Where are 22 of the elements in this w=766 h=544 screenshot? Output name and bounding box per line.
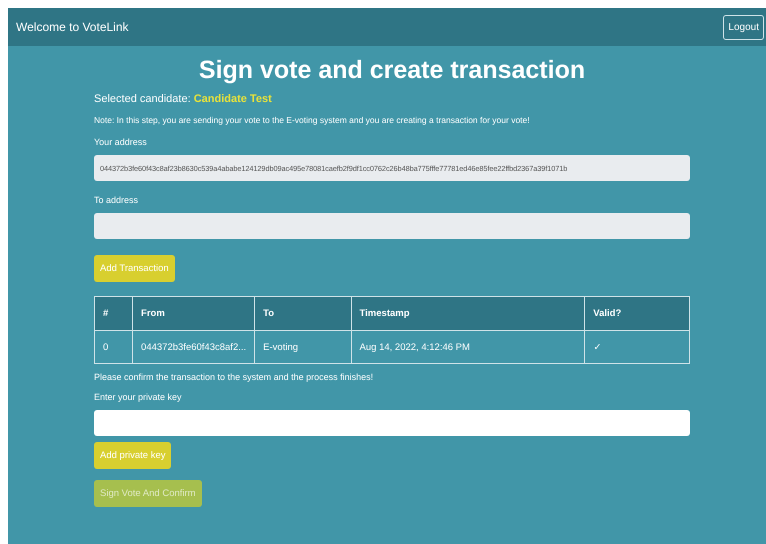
field-label: To address [94,195,140,205]
table-cell: 044372b3fe60f43c8af2... [132,330,255,364]
logout-button[interactable]: Logout [723,14,764,40]
table-cell: ✓ [584,330,690,364]
private-key-field[interactable] [94,410,690,436]
table-cell: 0 [94,330,133,364]
column-header: Timestamp [351,296,585,330]
add-private-key-button[interactable]: Add private key [94,442,172,469]
confirm-text: Please confirm the transaction to the system and the process finishes! [94,372,374,382]
add-transaction-button[interactable]: Add Transaction [94,255,175,282]
column-header: # [94,296,133,330]
field-label: Your address [94,137,148,147]
table-cell: E-voting [254,330,352,364]
selected-candidate: Selected candidate: Candidate Test [94,93,273,105]
column-header: To [254,296,352,330]
table-cell: Aug 14, 2022, 4:12:46 PM [351,330,585,364]
note-text: Note: In this step, you are sending your vote to the E-voting system and you are creating a transaction for your vote! [94,115,531,125]
field-label: Enter your private key [94,392,183,402]
brand-title: Welcome to VoteLink [16,20,129,34]
page-title: Sign vote and create transaction [198,56,586,85]
column-header: Valid? [584,296,690,330]
column-header: From [132,296,255,330]
